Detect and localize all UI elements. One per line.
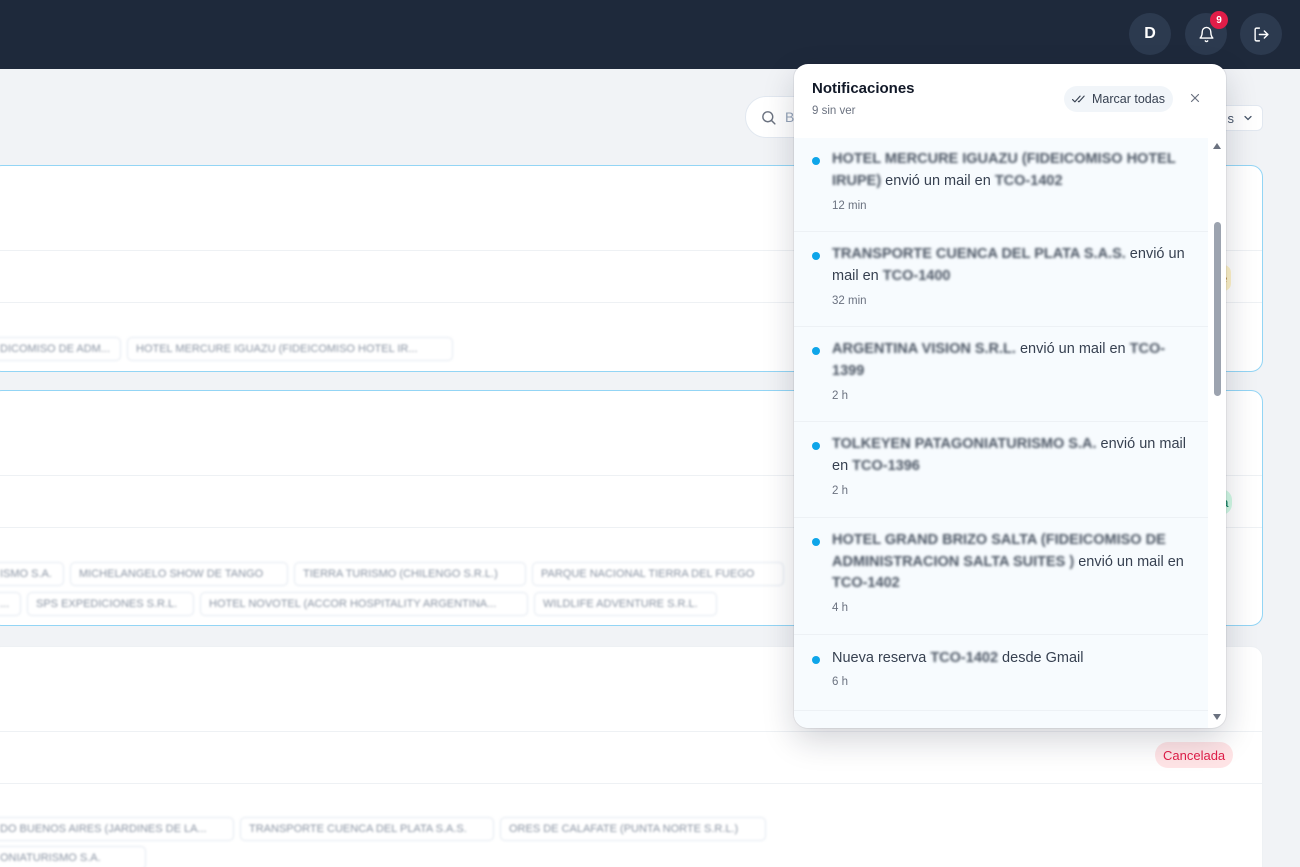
search-icon (762, 110, 776, 125)
mark-all-read-button[interactable]: Marcar todas (1064, 86, 1173, 112)
notification-text: TRANSPORTE CUENCA DEL PLATA S.A.S. envió… (832, 246, 1185, 284)
notification-text: Nueva reserva TCO-1402 desde Gmail (832, 650, 1084, 666)
card-divider (0, 731, 1262, 732)
user-avatar-button[interactable]: D (1129, 13, 1171, 55)
notification-text: HOTEL MERCURE IGUAZU (FIDEICOMISO HOTEL … (832, 151, 1176, 189)
unread-dot (812, 656, 820, 664)
notification-item[interactable]: ARGENTINA VISION S.R.L. envió un mail en… (794, 327, 1208, 422)
notification-time: 32 min (832, 295, 867, 307)
notification-time: 6 h (832, 676, 848, 688)
unread-dot (812, 347, 820, 355)
notification-item[interactable]: Nueva reserva TCO-1402 desde Gmail 6 h (794, 635, 1208, 711)
status-badge: Cancelada (1155, 742, 1234, 768)
scrollbar-thumb[interactable] (1214, 222, 1221, 396)
notification-time: 12 min (832, 200, 867, 212)
notification-text: TOLKEYEN PATAGONIATURISMO S.A. envió un … (832, 436, 1186, 474)
unread-dot (812, 157, 820, 165)
unread-dot (812, 442, 820, 450)
notification-item[interactable]: HOTEL GRAND BRIZO SALTA (FIDEICOMISO DE … (794, 518, 1208, 635)
supplier-chip: DICOMISO DE ADM... (0, 337, 121, 361)
supplier-chip: WILDLIFE ADVENTURE S.R.L. (534, 592, 717, 616)
supplier-chip: ... (0, 592, 21, 616)
search-placeholder: B (785, 109, 795, 125)
close-panel-button[interactable] (1185, 88, 1205, 108)
notification-item[interactable]: TOLKEYEN PATAGONIATURISMO S.A. envió un … (794, 422, 1208, 518)
notification-item[interactable]: TRANSPORTE CUENCA DEL PLATA S.A.S. envió… (794, 232, 1208, 327)
avatar-initial: D (1144, 25, 1156, 42)
bell-icon (1198, 26, 1214, 42)
filter-label: s (1227, 110, 1235, 126)
supplier-chip: ORES DE CALAFATE (PUNTA NORTE S.R.L.) (500, 817, 766, 841)
logout-icon (1253, 26, 1269, 42)
supplier-chip: TRANSPORTE CUENCA DEL PLATA S.A.S. (240, 817, 494, 841)
supplier-chip: PARQUE NACIONAL TIERRA DEL FUEGO (532, 562, 784, 586)
notification-time: 2 h (832, 390, 848, 402)
unread-count: 9 sin ver (812, 105, 856, 117)
card-divider (0, 783, 1262, 784)
mark-all-label: Marcar todas (1092, 92, 1165, 106)
supplier-chip: ONIATURISMO S.A. (0, 846, 146, 867)
supplier-chip: HOTEL NOVOTEL (ACCOR HOSPITALITY ARGENTI… (200, 592, 528, 616)
scroll-up-arrow-icon[interactable] (1212, 141, 1222, 151)
scroll-down-arrow-icon[interactable] (1212, 712, 1222, 722)
double-check-icon (1072, 95, 1085, 103)
top-navbar (0, 0, 1300, 69)
notification-item[interactable] (794, 711, 1208, 728)
notifications-list: HOTEL MERCURE IGUAZU (FIDEICOMISO HOTEL … (794, 138, 1208, 728)
notification-time: 4 h (832, 602, 848, 614)
panel-title: Notificaciones (812, 80, 915, 97)
supplier-chip: MICHELANGELO SHOW DE TANGO (70, 562, 288, 586)
unread-dot (812, 538, 820, 546)
notifications-scrollbar[interactable] (1208, 138, 1226, 728)
supplier-chip: SPS EXPEDICIONES S.R.L. (27, 592, 194, 616)
supplier-chip: DO BUENOS AIRES (JARDINES DE LA... (0, 817, 234, 841)
supplier-chip: ISMO S.A. (0, 562, 64, 586)
close-icon (1190, 93, 1200, 103)
supplier-chip: TIERRA TURISMO (CHILENGO S.R.L.) (294, 562, 526, 586)
notifications-panel: Notificaciones 9 sin ver Marcar todas HO… (794, 64, 1226, 728)
notification-text: ARGENTINA VISION S.R.L. envió un mail en… (832, 341, 1166, 379)
notification-time: 2 h (832, 485, 848, 497)
unread-dot (812, 252, 820, 260)
notification-count-badge: 9 (1210, 11, 1228, 29)
notification-text: HOTEL GRAND BRIZO SALTA (FIDEICOMISO DE … (832, 532, 1184, 591)
logout-button[interactable] (1240, 13, 1282, 55)
chevron-down-icon (1244, 115, 1252, 121)
notification-item[interactable]: HOTEL MERCURE IGUAZU (FIDEICOMISO HOTEL … (794, 138, 1208, 232)
supplier-chip: HOTEL MERCURE IGUAZU (FIDEICOMISO HOTEL … (127, 337, 453, 361)
